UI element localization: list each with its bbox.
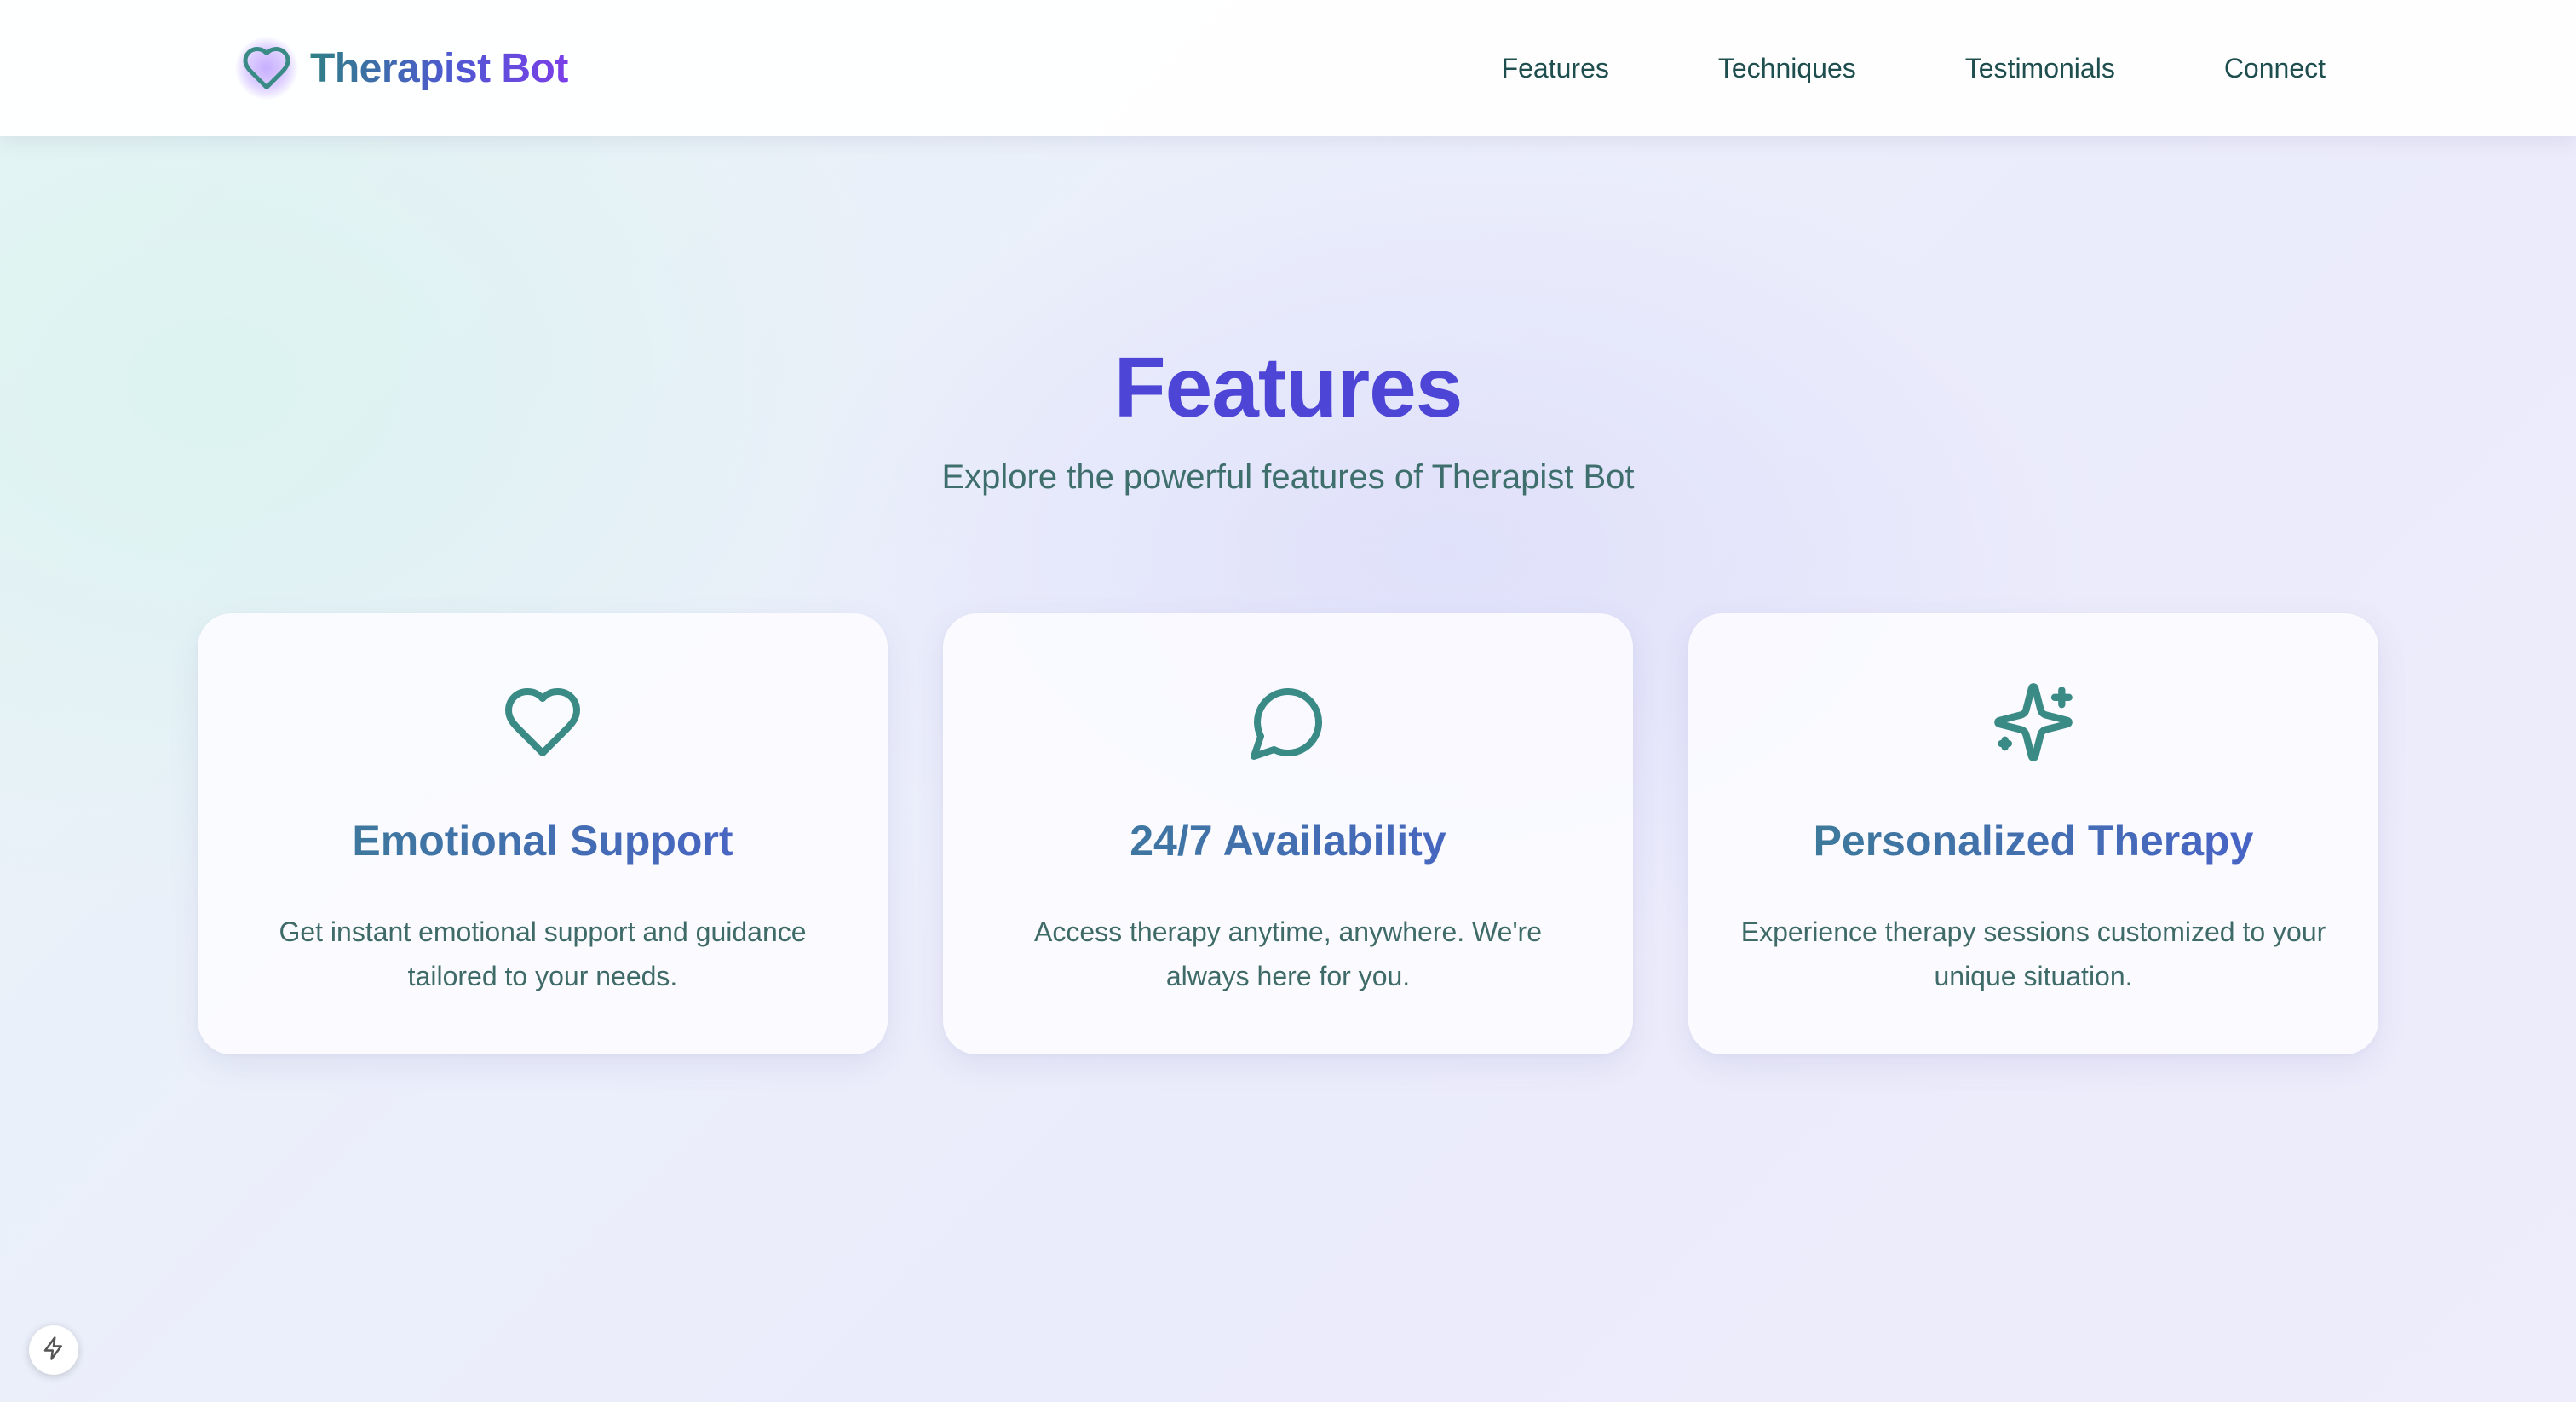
nav-item-techniques[interactable]: Techniques: [1718, 48, 1856, 89]
nav-item-features[interactable]: Features: [1502, 48, 1609, 89]
nav-item-connect[interactable]: Connect: [2224, 48, 2326, 89]
feature-card-description: Get instant emotional support and guidan…: [279, 916, 807, 991]
site-header: Therapist Bot Features Techniques Testim…: [0, 0, 2576, 136]
bolt-badge-button[interactable]: [29, 1325, 78, 1375]
feature-card-title: 24/7 Availability: [943, 816, 1633, 865]
feature-card-availability: 24/7 Availability Access therapy anytime…: [943, 613, 1633, 1054]
feature-card-description: Access therapy anytime, anywhere. We're …: [1034, 916, 1542, 991]
feature-card-title: Emotional Support: [198, 816, 888, 865]
heart-icon: [235, 37, 298, 100]
message-circle-icon: [943, 680, 1633, 765]
brand-logo-link[interactable]: Therapist Bot: [235, 34, 568, 102]
brand-name: Therapist Bot: [310, 45, 568, 91]
bolt-icon: [41, 1336, 66, 1365]
feature-card-emotional-support: Emotional Support Get instant emotional …: [198, 613, 888, 1054]
nav-item-testimonials[interactable]: Testimonials: [1965, 48, 2115, 89]
sparkles-icon: [1688, 680, 2378, 765]
features-subtitle: Explore the powerful features of Therapi…: [941, 458, 1635, 496]
feature-card-personalized-therapy: Personalized Therapy Experience therapy …: [1688, 613, 2378, 1054]
main-nav: Features Techniques Testimonials Connect: [1502, 48, 2326, 89]
features-heading: Features: [1113, 340, 1463, 435]
feature-card-title: Personalized Therapy: [1688, 816, 2378, 865]
heart-icon: [198, 680, 888, 765]
feature-card-description: Experience therapy sessions customized t…: [1740, 916, 2326, 991]
